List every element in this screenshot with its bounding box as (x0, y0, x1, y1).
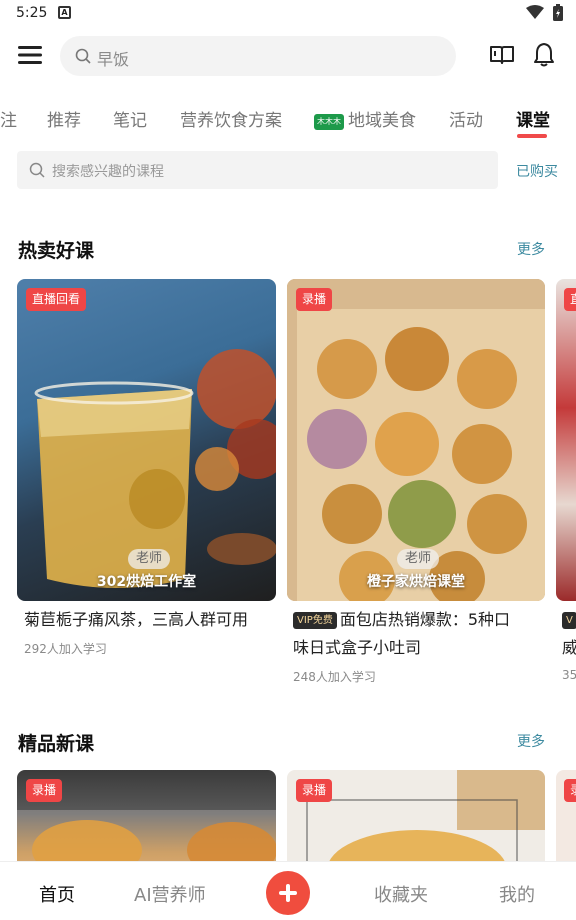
course-title-line1: 面包店热销爆款：5种口 (339, 610, 511, 629)
tab-regional-food-label: 地域美食 (348, 111, 416, 131)
hot-courses-title: 热卖好课 (18, 240, 95, 262)
active-tab-indicator (517, 134, 547, 138)
status-bar: 5:25 A (0, 0, 576, 26)
battery-icon (553, 4, 563, 21)
search-icon (75, 48, 91, 64)
course-title[interactable]: 菊苣栀子痛风茶，三高人群可用 (24, 606, 248, 634)
course-title-line2: 威 (562, 638, 576, 657)
status-time: 5:25 (16, 5, 48, 21)
course-card-image[interactable]: 录播 老师 橙子家烘焙课堂 (287, 279, 545, 601)
nav-ai-nutritionist[interactable]: AI营养师 (134, 881, 206, 907)
course-enrolled-count: 292人加入学习 (24, 642, 107, 656)
live-tag: 直 (564, 288, 576, 311)
premium-courses-title: 精品新课 (18, 733, 95, 755)
recorded-tag: 录播 (26, 779, 63, 802)
book-icon[interactable] (489, 44, 515, 66)
course-card-image[interactable]: 直 (556, 279, 576, 601)
tab-nutrition-plan[interactable]: 营养饮食方案 (180, 106, 282, 131)
course-title[interactable]: VIP免费 面包店热销爆款：5种口 味日式盒子小吐司 (293, 606, 543, 662)
tab-activity[interactable]: 活动 (449, 106, 483, 131)
menu-icon[interactable] (18, 45, 42, 65)
category-tabs: 注 推荐 笔记 营养饮食方案 木木木 地域美食 活动 课堂 (0, 100, 576, 140)
course-enrolled-count: 35 (562, 668, 576, 682)
teacher-label: 老师 (397, 549, 440, 569)
top-bar: 早饭 (0, 34, 576, 78)
search-input[interactable]: 早饭 (60, 36, 456, 76)
course-title-line2: 味日式盒子小吐司 (293, 638, 422, 657)
teacher-name: 302烘焙工作室 (96, 574, 197, 590)
teacher-name: 橙子家烘焙课堂 (367, 574, 465, 590)
notification-a-icon: A (58, 6, 71, 19)
bottom-navigation: 首页 AI营养师 收藏夹 我的 (0, 861, 576, 920)
tab-regional-food[interactable]: 木木木 地域美食 (314, 106, 416, 131)
tab-follow[interactable]: 注 (0, 106, 17, 131)
course-card-image[interactable]: 直播回看 老师 302烘焙工作室 (17, 279, 276, 601)
wifi-icon (526, 5, 544, 19)
bell-icon[interactable] (533, 42, 555, 68)
premium-courses-more-link[interactable]: 更多 (517, 731, 545, 751)
teacher-label: 老师 (128, 549, 171, 569)
add-button[interactable] (266, 871, 310, 915)
tab-recommend[interactable]: 推荐 (47, 106, 81, 131)
nav-me[interactable]: 我的 (499, 881, 535, 907)
vip-free-badge: V (562, 612, 576, 629)
recorded-tag: 录播 (296, 779, 333, 802)
recorded-tag: 录 (564, 779, 576, 802)
tab-notes[interactable]: 笔记 (113, 106, 147, 131)
hot-courses-more-link[interactable]: 更多 (517, 239, 545, 259)
nav-home[interactable]: 首页 (39, 881, 75, 907)
nav-favorites[interactable]: 收藏夹 (374, 881, 428, 907)
search-placeholder: 早饭 (97, 50, 130, 69)
search-icon (29, 162, 45, 178)
purchased-link[interactable]: 已购买 (516, 161, 558, 181)
vip-free-badge: VIP免费 (293, 612, 337, 629)
course-search-placeholder: 搜索感兴趣的课程 (52, 164, 164, 180)
regional-badge-icon: 木木木 (314, 114, 344, 130)
recorded-tag: 录播 (296, 288, 333, 311)
course-search-input[interactable]: 搜索感兴趣的课程 (17, 151, 498, 189)
live-replay-tag: 直播回看 (26, 288, 87, 311)
tab-classroom[interactable]: 课堂 (516, 106, 550, 131)
course-enrolled-count: 248人加入学习 (293, 670, 376, 684)
course-title[interactable]: V 威 (562, 606, 576, 662)
